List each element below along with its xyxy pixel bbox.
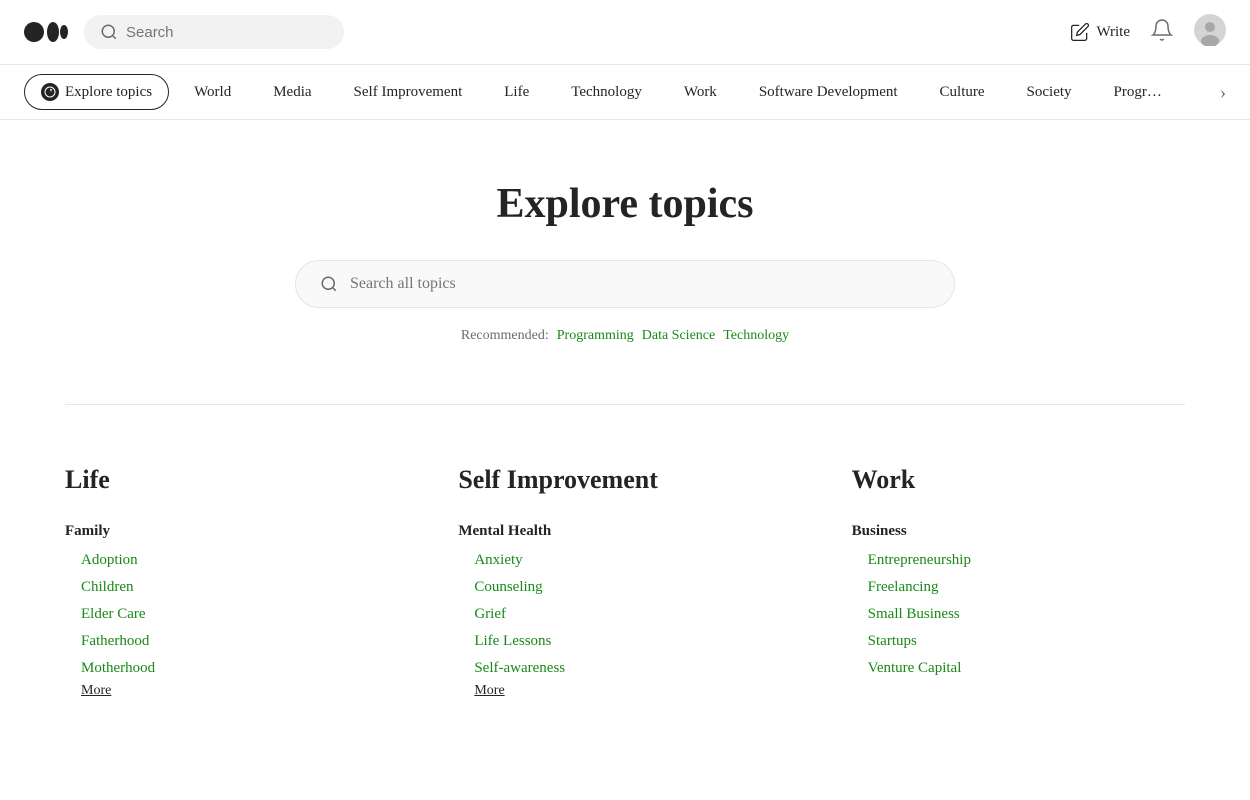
page-title: Explore topics: [65, 180, 1185, 228]
business-list: Entrepreneurship Freelancing Small Busin…: [852, 552, 1185, 677]
recommended-label: Recommended:: [461, 328, 549, 344]
nav-world[interactable]: World: [177, 75, 248, 110]
header: Write: [0, 0, 1250, 65]
topic-grief[interactable]: Grief: [458, 606, 791, 623]
topic-children[interactable]: Children: [65, 579, 398, 596]
nav-explore-label: Explore topics: [65, 84, 152, 101]
topic-counseling[interactable]: Counseling: [458, 579, 791, 596]
compass-icon: [41, 83, 59, 101]
topics-nav: Explore topics World Media Self Improvem…: [0, 65, 1250, 120]
topic-entrepreneurship[interactable]: Entrepreneurship: [852, 552, 1185, 569]
recommended-technology[interactable]: Technology: [723, 328, 789, 344]
topic-adoption[interactable]: Adoption: [65, 552, 398, 569]
nav-technology[interactable]: Technology: [554, 75, 659, 110]
recommended-section: Recommended: Programming Data Science Te…: [65, 328, 1185, 344]
logo[interactable]: [24, 18, 68, 46]
topic-self-awareness[interactable]: Self-awareness: [458, 660, 791, 677]
family-list: Adoption Children Elder Care Fatherhood …: [65, 552, 398, 677]
topic-life-lessons[interactable]: Life Lessons: [458, 633, 791, 650]
write-label: Write: [1096, 24, 1130, 41]
topic-fatherhood[interactable]: Fatherhood: [65, 633, 398, 650]
recommended-data-science[interactable]: Data Science: [642, 328, 715, 344]
user-avatar[interactable]: [1194, 14, 1226, 51]
hero-search-bar[interactable]: [295, 260, 955, 308]
work-title: Work: [852, 465, 1185, 495]
mental-health-list: Anxiety Counseling Grief Life Lessons Se…: [458, 552, 791, 677]
mental-health-group-title: Mental Health: [458, 523, 791, 540]
hero-search-icon: [320, 275, 338, 293]
nav-culture[interactable]: Culture: [923, 75, 1002, 110]
nav-right-arrow[interactable]: ›: [1220, 82, 1226, 103]
topic-small-business[interactable]: Small Business: [852, 606, 1185, 623]
nav-society[interactable]: Society: [1010, 75, 1089, 110]
hero-section: Explore topics Recommended: Programming …: [65, 120, 1185, 384]
topics-grid: Life Family Adoption Children Elder Care…: [65, 405, 1185, 763]
header-search-input[interactable]: [126, 24, 328, 41]
nav-explore-topics[interactable]: Explore topics: [24, 74, 169, 110]
self-improvement-title: Self Improvement: [458, 465, 791, 495]
main-content: Explore topics Recommended: Programming …: [25, 120, 1225, 763]
topic-column-work: Work Business Entrepreneurship Freelanci…: [852, 465, 1185, 723]
topic-column-life: Life Family Adoption Children Elder Care…: [65, 465, 398, 723]
topic-column-self-improvement: Self Improvement Mental Health Anxiety C…: [458, 465, 791, 723]
life-family-more[interactable]: More: [65, 683, 111, 699]
topic-anxiety[interactable]: Anxiety: [458, 552, 791, 569]
nav-media[interactable]: Media: [256, 75, 328, 110]
family-group-title: Family: [65, 523, 398, 540]
write-button[interactable]: Write: [1070, 22, 1130, 42]
notifications-icon[interactable]: [1150, 18, 1174, 47]
life-title: Life: [65, 465, 398, 495]
nav-programming[interactable]: Progr…: [1097, 75, 1179, 110]
business-group: Business Entrepreneurship Freelancing Sm…: [852, 523, 1185, 677]
nav-work[interactable]: Work: [667, 75, 734, 110]
mental-health-more[interactable]: More: [458, 683, 504, 699]
nav-self-improvement[interactable]: Self Improvement: [337, 75, 480, 110]
header-search-bar[interactable]: [84, 15, 344, 49]
nav-life[interactable]: Life: [487, 75, 546, 110]
hero-search-input[interactable]: [350, 275, 930, 293]
topic-venture-capital[interactable]: Venture Capital: [852, 660, 1185, 677]
life-family-group: Family Adoption Children Elder Care Fath…: [65, 523, 398, 699]
topic-elder-care[interactable]: Elder Care: [65, 606, 398, 623]
mental-health-group: Mental Health Anxiety Counseling Grief L…: [458, 523, 791, 699]
business-group-title: Business: [852, 523, 1185, 540]
header-right: Write: [1070, 14, 1226, 51]
topic-freelancing[interactable]: Freelancing: [852, 579, 1185, 596]
write-icon: [1070, 22, 1090, 42]
topic-startups[interactable]: Startups: [852, 633, 1185, 650]
recommended-programming[interactable]: Programming: [557, 328, 634, 344]
nav-software-development[interactable]: Software Development: [742, 75, 915, 110]
topic-motherhood[interactable]: Motherhood: [65, 660, 398, 677]
search-icon: [100, 23, 118, 41]
